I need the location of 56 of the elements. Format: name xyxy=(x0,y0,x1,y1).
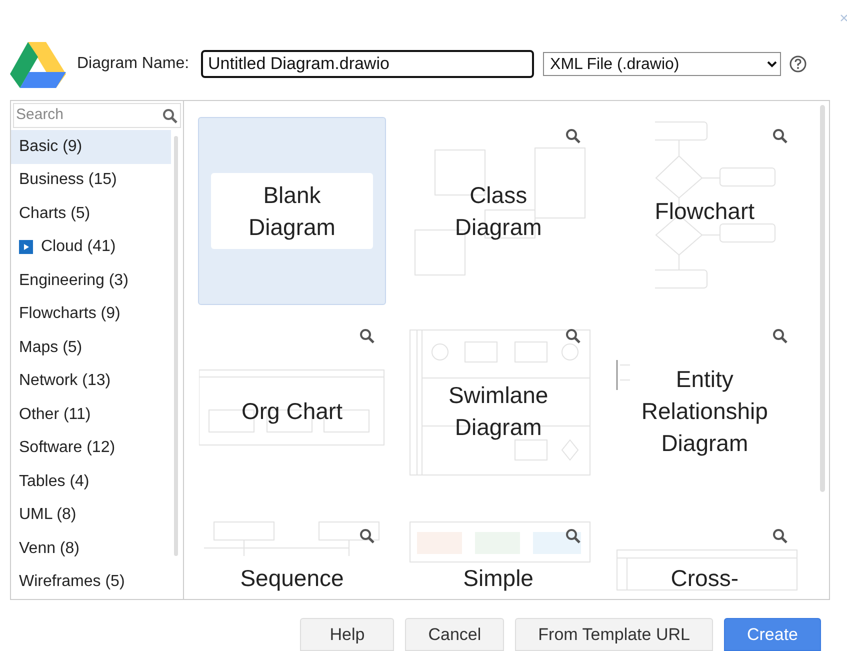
diagram-name-field[interactable]: Untitled Diagram.drawio xyxy=(201,50,534,78)
triangle-logo-icon xyxy=(10,40,66,88)
category-item[interactable]: UML (8) xyxy=(11,498,171,532)
category-item[interactable]: Business (15) xyxy=(11,164,171,197)
zoom-icon[interactable] xyxy=(359,528,375,544)
template-title: Cross- xyxy=(670,564,739,593)
category-item[interactable]: Engineering (3) xyxy=(11,264,171,298)
category-item[interactable]: Basic (9) xyxy=(11,130,171,164)
diagram-name-label: Diagram Name: xyxy=(77,54,190,74)
zoom-icon[interactable] xyxy=(565,528,582,544)
help-icon[interactable] xyxy=(789,55,808,73)
category-item[interactable]: Maps (5) xyxy=(11,331,171,364)
dialog-button[interactable]: Help xyxy=(300,618,394,651)
template-title: Entity Relationship Diagram xyxy=(640,365,769,458)
search-field[interactable]: Search xyxy=(14,104,162,127)
category-item[interactable]: Software (12) xyxy=(11,432,171,465)
category-item[interactable]: Venn (8) xyxy=(11,532,171,566)
zoom-icon[interactable] xyxy=(772,128,788,144)
template-card[interactable]: Swimlane Diagram xyxy=(404,317,592,505)
template-card[interactable]: Simple xyxy=(404,517,592,597)
category-item[interactable]: Flowcharts (9) xyxy=(11,298,171,331)
scrollbar[interactable] xyxy=(174,136,178,556)
zoom-icon[interactable] xyxy=(772,528,788,544)
expand-icon[interactable] xyxy=(19,240,33,254)
category-item[interactable]: Wireframes (5) xyxy=(11,566,171,599)
diagram-preview-drawing xyxy=(616,359,631,391)
category-item[interactable]: Tables (4) xyxy=(11,465,171,498)
dialog-button[interactable]: Cancel xyxy=(405,618,504,651)
dialog-button[interactable]: Create xyxy=(724,618,821,651)
zoom-icon[interactable] xyxy=(565,128,582,144)
zoom-icon[interactable] xyxy=(565,328,582,344)
zoom-icon[interactable] xyxy=(359,328,375,344)
search-box[interactable]: Search xyxy=(13,103,181,128)
template-title: Simple xyxy=(463,564,534,593)
scrollbar[interactable] xyxy=(820,105,825,492)
search-icon xyxy=(162,108,178,124)
template-title: Org Chart xyxy=(242,397,342,426)
template-title: Sequence xyxy=(240,564,344,593)
format-dropdown[interactable]: XML File (.drawio) xyxy=(543,52,782,76)
template-card[interactable]: Entity Relationship Diagram xyxy=(610,317,799,505)
category-item[interactable]: Other (11) xyxy=(11,398,171,432)
zoom-icon[interactable] xyxy=(772,328,788,344)
template-card[interactable]: Blank Diagram xyxy=(198,117,386,305)
template-card[interactable]: Org Chart xyxy=(198,317,386,505)
template-title: Blank Diagram xyxy=(211,173,373,249)
template-title: Class Diagram xyxy=(454,181,543,242)
template-card[interactable]: Sequence xyxy=(198,517,386,597)
template-title: Flowchart xyxy=(654,197,754,226)
dialog-button[interactable]: From Template URL xyxy=(515,618,713,651)
category-item[interactable]: Charts (5) xyxy=(11,197,171,230)
category-item[interactable]: Network (13) xyxy=(11,364,171,398)
template-title: Swimlane Diagram xyxy=(447,381,550,442)
category-item[interactable]: Cloud (41) xyxy=(41,235,116,260)
template-card[interactable]: Flowchart xyxy=(610,117,799,305)
template-card[interactable]: Class Diagram xyxy=(404,117,592,305)
template-card[interactable]: Cross- xyxy=(610,517,799,597)
